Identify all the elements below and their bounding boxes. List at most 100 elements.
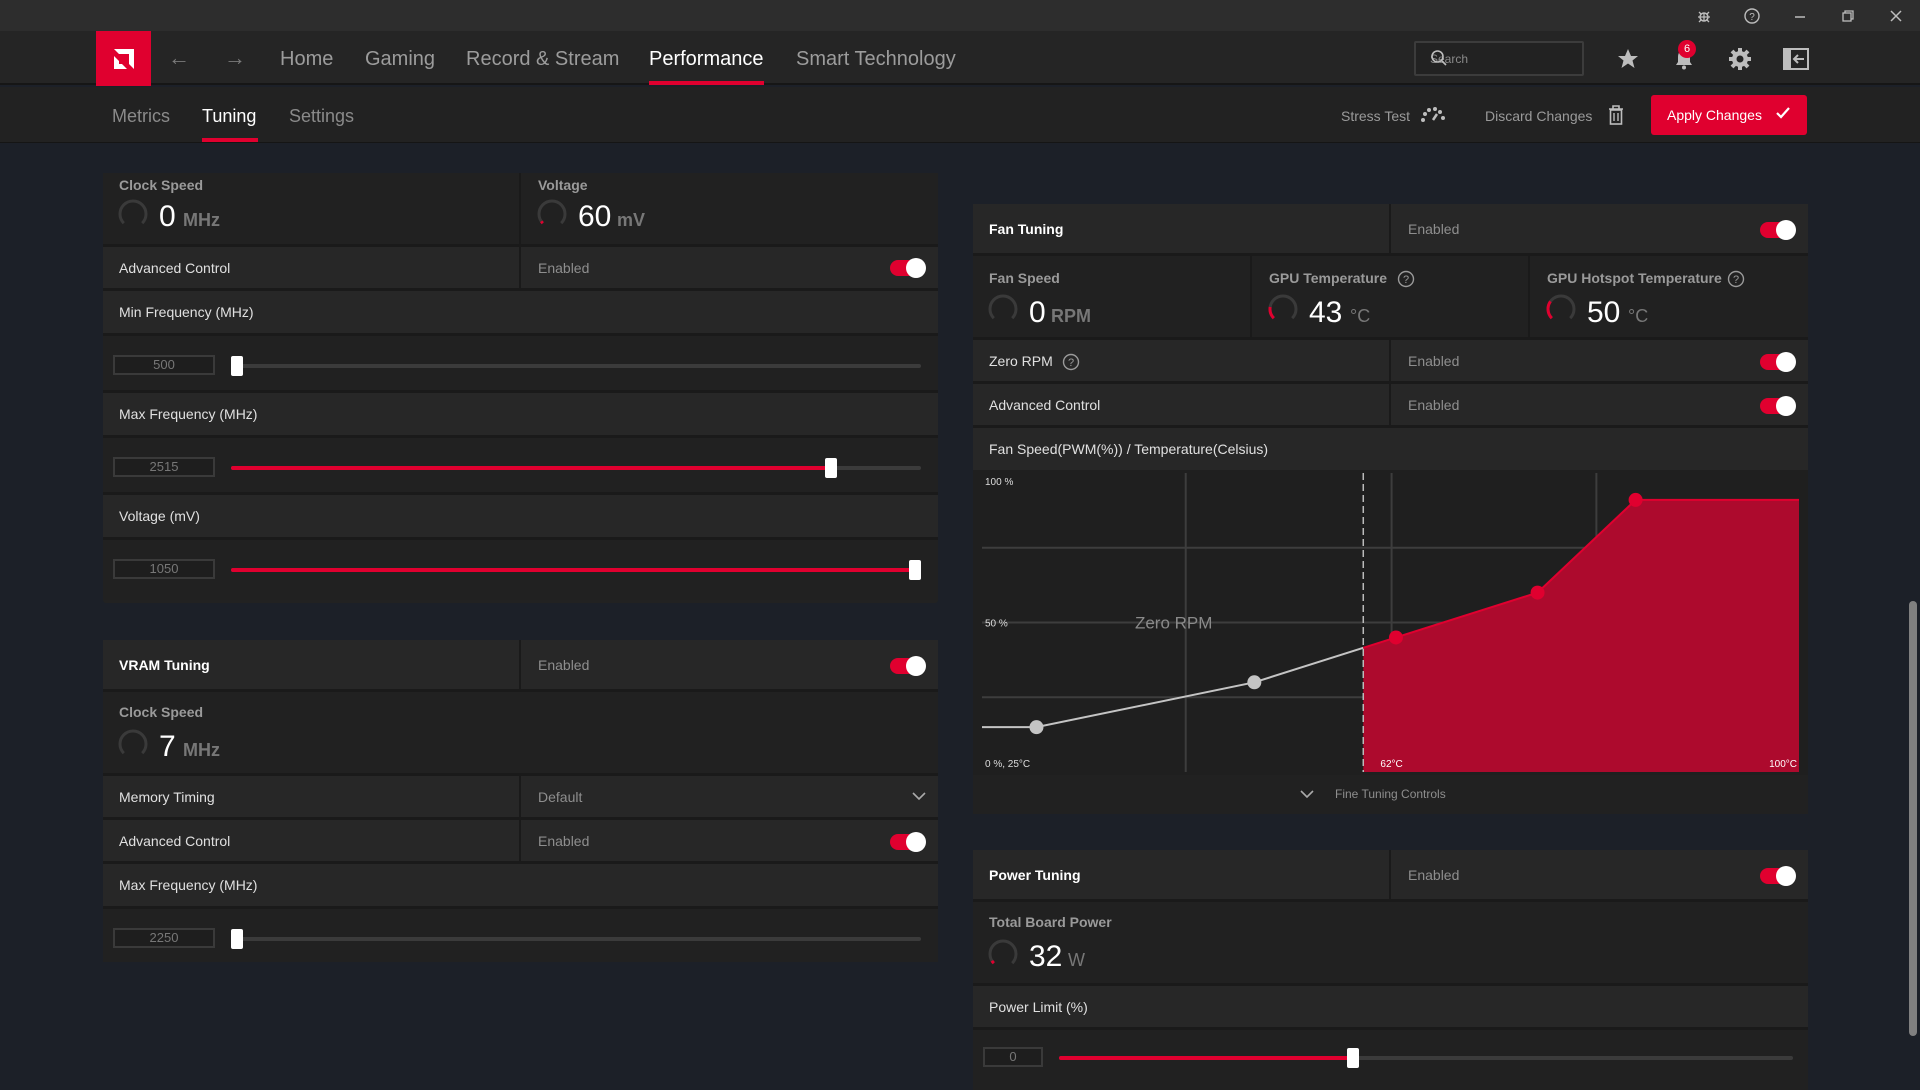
slider-thumb[interactable] bbox=[825, 458, 838, 478]
vertical-scrollbar[interactable] bbox=[1909, 601, 1917, 1036]
gpu-metrics-row: Clock Speed 0 MHz Voltage 60 mV bbox=[103, 173, 938, 247]
vram-tuning-state: Enabled bbox=[538, 657, 590, 673]
fan-tuning-toggle[interactable] bbox=[1760, 220, 1796, 240]
fan-speed-gauge bbox=[988, 294, 1018, 320]
divider bbox=[519, 247, 521, 288]
bug-report-icon[interactable] bbox=[1680, 0, 1728, 31]
hotspot-temp-title: GPU Hotspot Temperature bbox=[1547, 270, 1722, 286]
max-frequency-slider[interactable] bbox=[231, 458, 921, 478]
fine-tuning-controls-button[interactable]: Fine Tuning Controls bbox=[1335, 787, 1446, 801]
fan-tuning-panel: Fan Tuning Enabled Fan Speed 0 RPM GPU T… bbox=[973, 204, 1808, 814]
gpu-temp-help-icon[interactable]: ? bbox=[1397, 270, 1415, 288]
minimize-button[interactable] bbox=[1776, 0, 1824, 31]
vram-max-frequency-label: Max Frequency (MHz) bbox=[119, 877, 258, 893]
hotspot-temp-value: 50 bbox=[1587, 296, 1621, 329]
tab-tuning[interactable]: Tuning bbox=[202, 106, 256, 127]
settings-gear-icon[interactable] bbox=[1726, 45, 1754, 73]
memory-timing-dropdown[interactable]: Default bbox=[521, 776, 938, 817]
slider-thumb[interactable] bbox=[231, 929, 243, 949]
gauge-fill bbox=[990, 959, 995, 965]
hotspot-temp-help-icon[interactable]: ? bbox=[1727, 270, 1745, 288]
nav-gaming[interactable]: Gaming bbox=[365, 48, 435, 71]
fan-advanced-control-toggle[interactable] bbox=[1760, 396, 1796, 416]
min-frequency-header: Min Frequency (MHz) bbox=[103, 291, 938, 336]
min-frequency-slider[interactable] bbox=[231, 356, 921, 376]
max-frequency-input[interactable]: 2515 bbox=[113, 457, 215, 477]
curve-control-point-4[interactable] bbox=[1530, 585, 1545, 600]
nav-record-stream[interactable]: Record & Stream bbox=[466, 48, 619, 71]
curve-control-point-5[interactable] bbox=[1628, 492, 1643, 507]
fan-curve-title-row: Fan Speed(PWM(%)) / Temperature(Celsius) bbox=[973, 428, 1808, 472]
slider-thumb[interactable] bbox=[231, 356, 243, 376]
svg-text:?: ? bbox=[1403, 274, 1409, 286]
curve-control-point-3[interactable] bbox=[1388, 630, 1403, 645]
vram-max-frequency-row: 2250 bbox=[103, 909, 938, 962]
nav-home[interactable]: Home bbox=[280, 48, 333, 71]
discard-changes-button[interactable]: Discard Changes bbox=[1485, 108, 1592, 124]
search-icon[interactable] bbox=[1430, 49, 1572, 70]
power-limit-input[interactable]: 0 bbox=[983, 1047, 1043, 1067]
zero-rpm-help-icon[interactable]: ? bbox=[1062, 353, 1080, 371]
power-limit-label: Power Limit (%) bbox=[989, 999, 1088, 1015]
nav-performance[interactable]: Performance bbox=[649, 48, 764, 71]
clock-speed-gauge bbox=[118, 199, 148, 225]
zero-rpm-row: Zero RPM ? Enabled bbox=[973, 340, 1808, 384]
zero-rpm-region-label: Zero RPM bbox=[1135, 614, 1212, 633]
vram-advanced-control-toggle[interactable] bbox=[890, 832, 926, 852]
nav-smart-technology[interactable]: Smart Technology bbox=[796, 48, 956, 71]
curve-control-point-2[interactable] bbox=[1247, 675, 1262, 690]
vram-max-frequency-slider[interactable] bbox=[231, 929, 921, 949]
min-frequency-label: Min Frequency (MHz) bbox=[119, 304, 254, 320]
trash-icon[interactable] bbox=[1608, 105, 1624, 130]
svg-text:?: ? bbox=[1749, 12, 1755, 23]
favorites-star-icon[interactable] bbox=[1614, 45, 1642, 73]
stress-test-button[interactable]: Stress Test bbox=[1341, 108, 1410, 124]
fan-metrics-row: Fan Speed 0 RPM GPU Temperature ? 43 °C … bbox=[973, 256, 1808, 340]
slider-thumb[interactable] bbox=[909, 560, 921, 580]
apply-changes-button[interactable]: Apply Changes bbox=[1651, 95, 1807, 135]
slider-thumb[interactable] bbox=[1346, 1048, 1359, 1068]
y-tick-label: 50 % bbox=[985, 619, 1008, 630]
fine-tuning-row[interactable]: Fine Tuning Controls bbox=[973, 775, 1808, 814]
x-tick-label: 62°C bbox=[1380, 759, 1402, 770]
power-limit-slider[interactable] bbox=[1059, 1048, 1793, 1068]
notification-count-badge: 6 bbox=[1678, 40, 1696, 58]
search-input[interactable]: Search bbox=[1414, 41, 1584, 76]
gauge-fill bbox=[540, 220, 544, 225]
tab-settings[interactable]: Settings bbox=[289, 106, 354, 127]
gauge-fill bbox=[1546, 300, 1553, 320]
gauge-track bbox=[1546, 294, 1576, 320]
zero-rpm-state: Enabled bbox=[1408, 353, 1460, 369]
speedometer-icon[interactable] bbox=[1420, 107, 1446, 128]
hotspot-temp-gauge bbox=[1546, 294, 1576, 320]
divider bbox=[1389, 204, 1391, 253]
forward-arrow-icon[interactable]: → bbox=[224, 45, 246, 71]
min-frequency-input[interactable]: 500 bbox=[113, 355, 215, 375]
help-icon[interactable]: ? bbox=[1728, 0, 1776, 31]
vram-max-frequency-input[interactable]: 2250 bbox=[113, 928, 215, 948]
max-frequency-header: Max Frequency (MHz) bbox=[103, 393, 938, 438]
amd-logo[interactable] bbox=[96, 31, 151, 86]
x-tick-label: 100°C bbox=[1769, 759, 1797, 770]
max-frequency-row: 2515 bbox=[103, 438, 938, 495]
zero-rpm-label: Zero RPM bbox=[989, 353, 1053, 369]
sidebar-collapse-icon[interactable] bbox=[1782, 45, 1810, 73]
advanced-control-toggle[interactable] bbox=[890, 258, 926, 278]
fan-tuning-title: Fan Tuning bbox=[989, 221, 1064, 237]
power-tuning-toggle[interactable] bbox=[1760, 866, 1796, 886]
voltage-input[interactable]: 1050 bbox=[113, 559, 215, 579]
vram-tuning-toggle[interactable] bbox=[890, 656, 926, 676]
curve-control-point-1[interactable] bbox=[1029, 720, 1044, 735]
zero-rpm-toggle[interactable] bbox=[1760, 352, 1796, 372]
tab-metrics[interactable]: Metrics bbox=[112, 106, 170, 127]
back-arrow-icon[interactable]: ← bbox=[168, 45, 190, 71]
restore-button[interactable] bbox=[1824, 0, 1872, 31]
fan-curve-chart[interactable]: 100 % 50 % 0 %, 25°C 62°C 100°C Zero RPM bbox=[973, 470, 1808, 775]
fan-advanced-control-state: Enabled bbox=[1408, 397, 1460, 413]
close-button[interactable] bbox=[1872, 0, 1920, 31]
voltage-slider[interactable] bbox=[231, 560, 921, 580]
origin-label: 0 %, 25°C bbox=[985, 759, 1030, 770]
power-limit-row: 0 bbox=[973, 1030, 1808, 1090]
gauge-track bbox=[118, 729, 148, 755]
chevron-down-icon[interactable] bbox=[1300, 789, 1314, 799]
